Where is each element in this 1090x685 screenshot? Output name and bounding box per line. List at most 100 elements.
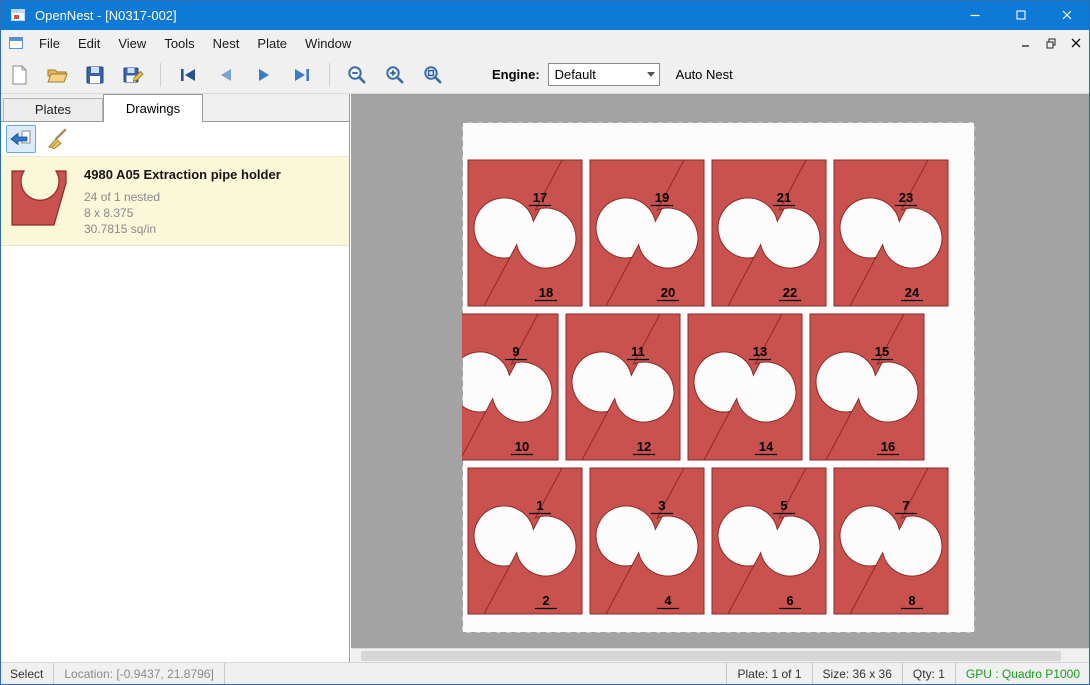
save-button[interactable] <box>77 59 113 91</box>
minimize-button[interactable] <box>952 0 998 30</box>
part-number-label: 6 <box>786 593 793 608</box>
part-number-label: 3 <box>658 498 665 513</box>
maximize-icon <box>1016 10 1026 20</box>
mdi-minimize-icon <box>1021 38 1031 48</box>
part-number-label: 23 <box>899 190 913 205</box>
close-icon <box>1062 10 1072 20</box>
last-icon <box>291 64 313 86</box>
next-plate-button[interactable] <box>246 59 282 91</box>
part-number-label: 15 <box>875 344 889 359</box>
engine-select[interactable]: Default <box>548 63 660 86</box>
part-number-label: 17 <box>533 190 547 205</box>
menu-item-tools[interactable]: Tools <box>155 32 203 55</box>
new-document-icon <box>8 64 30 86</box>
open-button[interactable] <box>39 59 75 91</box>
close-button[interactable] <box>1044 0 1090 30</box>
part-number-label: 13 <box>753 344 767 359</box>
part-number-label: 24 <box>905 285 920 300</box>
save-as-button[interactable] <box>115 59 151 91</box>
tab-drawings[interactable]: Drawings <box>103 94 203 122</box>
broom-icon <box>45 127 69 151</box>
part-number-label: 7 <box>902 498 909 513</box>
first-plate-button[interactable] <box>170 59 206 91</box>
part-number-label: 18 <box>539 285 553 300</box>
save-edit-icon <box>122 64 144 86</box>
part-number-label: 11 <box>631 344 645 359</box>
part-number-label: 8 <box>908 593 915 608</box>
status-plate: Plate: 1 of 1 <box>727 663 812 685</box>
title-bar: OpenNest - [N0317-002] <box>0 0 1090 30</box>
engine-label: Engine: <box>492 67 540 82</box>
part-number-label: 9 <box>512 344 519 359</box>
status-spacer <box>225 663 727 685</box>
status-bar: Select Location: [-0.9437, 21.8796] Plat… <box>0 662 1090 685</box>
mdi-restore-button[interactable] <box>1040 33 1062 53</box>
part-number-label: 16 <box>881 439 895 454</box>
last-plate-button[interactable] <box>284 59 320 91</box>
part-number-label: 19 <box>655 190 669 205</box>
toolbar-separator <box>329 63 330 87</box>
main-toolbar: Engine: Default Auto Nest <box>0 56 1090 94</box>
zoom-fit-button[interactable] <box>415 59 451 91</box>
part-number-label: 12 <box>637 439 651 454</box>
maximize-button[interactable] <box>998 0 1044 30</box>
tab-strip: Plates Drawings <box>0 94 349 122</box>
menu-item-plate[interactable]: Plate <box>248 32 296 55</box>
status-gpu: GPU : Quadro P1000 <box>956 663 1090 685</box>
mdi-close-icon <box>1071 38 1081 48</box>
drawing-nested-count: 24 of 1 nested <box>84 189 281 205</box>
part-number-label: 21 <box>777 190 791 205</box>
zoom-out-icon <box>346 64 368 86</box>
zoom-out-button[interactable] <box>339 59 375 91</box>
part-number-label: 20 <box>661 285 675 300</box>
menu-item-window[interactable]: Window <box>296 32 360 55</box>
part-number-label: 1 <box>536 498 543 513</box>
save-icon <box>84 64 106 86</box>
clear-button[interactable] <box>42 125 72 153</box>
drawing-size: 8 x 8.375 <box>84 205 281 221</box>
tab-plates[interactable]: Plates <box>3 98 103 121</box>
first-icon <box>177 64 199 86</box>
engine-selected-value: Default <box>549 67 643 82</box>
status-qty: Qty: 1 <box>903 663 956 685</box>
part-number-label: 14 <box>759 439 774 454</box>
open-folder-icon <box>46 64 68 86</box>
menu-item-file[interactable]: File <box>30 32 69 55</box>
auto-nest-button[interactable]: Auto Nest <box>676 67 733 82</box>
drawing-area: 30.7815 sq/in <box>84 221 281 237</box>
arrow-left-page-icon <box>9 127 33 151</box>
menu-item-edit[interactable]: Edit <box>69 32 109 55</box>
side-panel: Plates Drawings 4980 A05 Extraction pipe… <box>0 94 350 662</box>
part-number-label: 10 <box>515 439 529 454</box>
status-location: Location: [-0.9437, 21.8796] <box>54 663 225 685</box>
zoom-fit-icon <box>422 64 444 86</box>
drawing-list-item[interactable]: 4980 A05 Extraction pipe holder 24 of 1 … <box>0 156 349 246</box>
part-number-label: 4 <box>664 593 672 608</box>
next-icon <box>253 64 275 86</box>
menu-item-nest[interactable]: Nest <box>204 32 249 55</box>
mdi-document-icon <box>8 35 24 51</box>
send-to-nest-button[interactable] <box>6 125 36 153</box>
toolbar-separator <box>160 63 161 87</box>
menu-bar: File Edit View Tools Nest Plate Window <box>0 30 1090 56</box>
mdi-minimize-button[interactable] <box>1015 33 1037 53</box>
zoom-in-button[interactable] <box>377 59 413 91</box>
drawing-title: 4980 A05 Extraction pipe holder <box>84 167 281 182</box>
drawing-info: 4980 A05 Extraction pipe holder 24 of 1 … <box>84 165 281 237</box>
chevron-down-icon <box>643 72 659 77</box>
nest-canvas[interactable]: 171819202122232491011121314151612345678 <box>351 94 1090 648</box>
part-number-label: 5 <box>780 498 787 513</box>
scrollbar-thumb[interactable] <box>361 651 1061 661</box>
part-number-label: 22 <box>783 285 797 300</box>
part-thumbnail <box>10 165 68 227</box>
menu-item-view[interactable]: View <box>109 32 155 55</box>
mdi-restore-icon <box>1046 38 1057 49</box>
new-button[interactable] <box>1 59 37 91</box>
part-number-label: 2 <box>542 593 549 608</box>
horizontal-scrollbar[interactable] <box>351 648 1090 662</box>
previous-icon <box>215 64 237 86</box>
app-icon <box>9 6 27 24</box>
previous-plate-button[interactable] <box>208 59 244 91</box>
plate-sheet[interactable]: 171819202122232491011121314151612345678 <box>462 122 975 633</box>
mdi-close-button[interactable] <box>1065 33 1087 53</box>
